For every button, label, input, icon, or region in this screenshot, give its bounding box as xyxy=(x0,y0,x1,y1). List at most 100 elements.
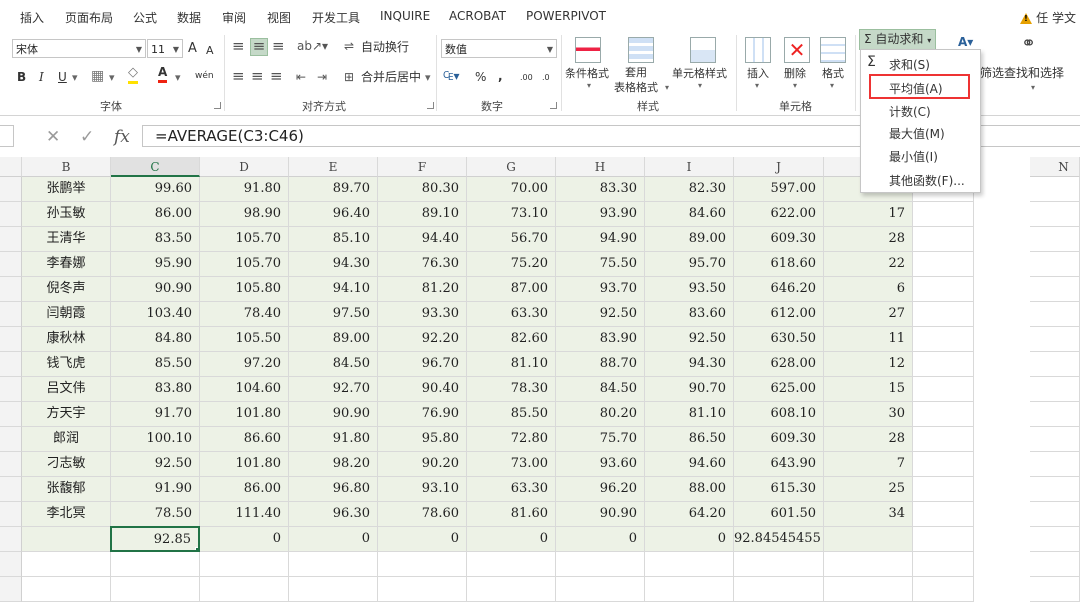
cell-h[interactable]: 88.70 xyxy=(556,352,645,377)
font-name-combo[interactable]: 宋体 ▼ xyxy=(12,39,146,58)
cell-b[interactable]: 王清华 xyxy=(22,227,111,252)
cell-d[interactable]: 91.80 xyxy=(200,177,289,202)
cell-k[interactable]: 17 xyxy=(824,202,913,227)
cell-c[interactable]: 100.10 xyxy=(111,427,200,452)
cell-b[interactable]: 李北冥 xyxy=(22,502,111,527)
cell-g[interactable]: 63.30 xyxy=(467,477,556,502)
cell-l[interactable] xyxy=(913,502,974,527)
insert-function-button[interactable]: fx xyxy=(114,127,130,147)
column-header-e[interactable]: E xyxy=(289,157,378,177)
cell-l[interactable] xyxy=(913,452,974,477)
italic-button[interactable]: I xyxy=(39,68,44,86)
cell-e[interactable]: 0 xyxy=(289,527,378,552)
cell-k[interactable]: 28 xyxy=(824,227,913,252)
cell-k[interactable]: 15 xyxy=(824,377,913,402)
cell-h[interactable] xyxy=(556,577,645,602)
align-middle-icon[interactable]: ≡ xyxy=(250,38,268,56)
cell-n[interactable] xyxy=(1048,477,1080,502)
decrease-indent-icon[interactable]: ⇤ xyxy=(296,68,306,86)
number-format-combo[interactable]: 数值 ▼ xyxy=(441,39,557,58)
cell-l[interactable] xyxy=(913,327,974,352)
cell-styles-button[interactable]: 单元格样式 xyxy=(672,65,727,81)
cell-n[interactable] xyxy=(1048,377,1080,402)
row-header[interactable] xyxy=(0,277,22,302)
menu-item-more-functions[interactable]: 其他函数(F)... xyxy=(889,172,965,189)
active-cell[interactable]: 92.85 xyxy=(110,526,200,552)
cell-j[interactable]: 625.00 xyxy=(734,377,824,402)
cell-l[interactable] xyxy=(913,477,974,502)
cell-d[interactable]: 101.80 xyxy=(200,402,289,427)
cell-b[interactable]: 孙玉敏 xyxy=(22,202,111,227)
column-header-i[interactable]: I xyxy=(645,157,734,177)
cell-b[interactable] xyxy=(22,527,111,552)
menu-item-max[interactable]: 最大值(M) xyxy=(889,125,945,142)
cell-e[interactable]: 96.30 xyxy=(289,502,378,527)
cell-c[interactable]: 86.00 xyxy=(111,202,200,227)
chevron-down-icon[interactable]: ▾ xyxy=(175,69,181,87)
column-header-b[interactable]: B xyxy=(22,157,111,177)
cell-l[interactable] xyxy=(913,277,974,302)
cell-h[interactable]: 93.90 xyxy=(556,202,645,227)
orientation-icon[interactable]: ab↗▾ xyxy=(297,37,328,55)
comma-button[interactable]: , xyxy=(498,67,503,85)
cell-c[interactable]: 78.50 xyxy=(111,502,200,527)
increase-indent-icon[interactable]: ⇥ xyxy=(317,68,327,86)
cell-l[interactable] xyxy=(913,302,974,327)
cell-c[interactable]: 83.80 xyxy=(111,377,200,402)
cell-d[interactable] xyxy=(200,577,289,602)
cell-j[interactable]: 622.00 xyxy=(734,202,824,227)
cell-k[interactable]: 34 xyxy=(824,502,913,527)
cell-n[interactable] xyxy=(1048,402,1080,427)
cell-h[interactable]: 75.70 xyxy=(556,427,645,452)
cell-b[interactable]: 康秋林 xyxy=(22,327,111,352)
delete-cells-button[interactable]: 删除 xyxy=(784,65,806,81)
cell-k[interactable]: 6 xyxy=(824,277,913,302)
row-header[interactable] xyxy=(0,577,22,602)
cell-f[interactable]: 90.20 xyxy=(378,452,467,477)
cell-n[interactable] xyxy=(1048,577,1080,602)
fill-color-icon[interactable]: ◇ xyxy=(128,65,138,84)
cell-b[interactable]: 李春娜 xyxy=(22,252,111,277)
align-top-icon[interactable]: ≡ xyxy=(232,37,245,55)
menu-item-sum[interactable]: 求和(S) xyxy=(889,56,930,73)
cell-c[interactable]: 99.60 xyxy=(111,177,200,202)
cell-f[interactable] xyxy=(378,552,467,577)
row-header[interactable] xyxy=(0,502,22,527)
cell-e[interactable]: 92.70 xyxy=(289,377,378,402)
menu-item-average[interactable]: 平均值(A) xyxy=(889,80,943,97)
cell-g[interactable]: 81.60 xyxy=(467,502,556,527)
tab-data[interactable]: 数据 xyxy=(177,9,201,26)
font-color-icon[interactable]: A xyxy=(158,64,168,83)
cell-d[interactable]: 111.40 xyxy=(200,502,289,527)
cell-k[interactable] xyxy=(824,527,913,552)
column-header-j[interactable]: J xyxy=(734,157,824,177)
autosum-button[interactable]: Σ 自动求和 ▾ xyxy=(859,29,937,50)
cell-k[interactable]: 27 xyxy=(824,302,913,327)
cell-c[interactable] xyxy=(111,577,200,602)
align-center-icon[interactable]: ≡ xyxy=(251,67,264,85)
tab-inquire[interactable]: INQUIRE xyxy=(380,9,430,23)
cell-i[interactable]: 93.50 xyxy=(645,277,734,302)
cell-d[interactable]: 105.70 xyxy=(200,252,289,277)
cell-n[interactable] xyxy=(1048,227,1080,252)
cell-l[interactable] xyxy=(913,577,974,602)
cell-c[interactable]: 91.70 xyxy=(111,402,200,427)
cell-e[interactable]: 96.40 xyxy=(289,202,378,227)
cell-k[interactable] xyxy=(824,577,913,602)
percent-button[interactable]: % xyxy=(475,68,486,86)
cell-e[interactable]: 85.10 xyxy=(289,227,378,252)
cell-i[interactable]: 83.60 xyxy=(645,302,734,327)
cell-c[interactable]: 95.90 xyxy=(111,252,200,277)
column-header-f[interactable]: F xyxy=(378,157,467,177)
cell-b[interactable]: 郎润 xyxy=(22,427,111,452)
cell-j[interactable]: 597.00 xyxy=(734,177,824,202)
cell-g[interactable] xyxy=(467,577,556,602)
font-size-combo[interactable]: 11 ▼ xyxy=(147,39,183,58)
format-cells-button[interactable]: 格式 xyxy=(822,65,844,81)
cell-k[interactable]: 28 xyxy=(824,427,913,452)
chevron-down-icon[interactable]: ▾ xyxy=(425,69,431,87)
cell-c[interactable]: 92.50 xyxy=(111,452,200,477)
cell-b[interactable]: 张馥郁 xyxy=(22,477,111,502)
cell-j[interactable]: 609.30 xyxy=(734,227,824,252)
cell-e[interactable] xyxy=(289,552,378,577)
